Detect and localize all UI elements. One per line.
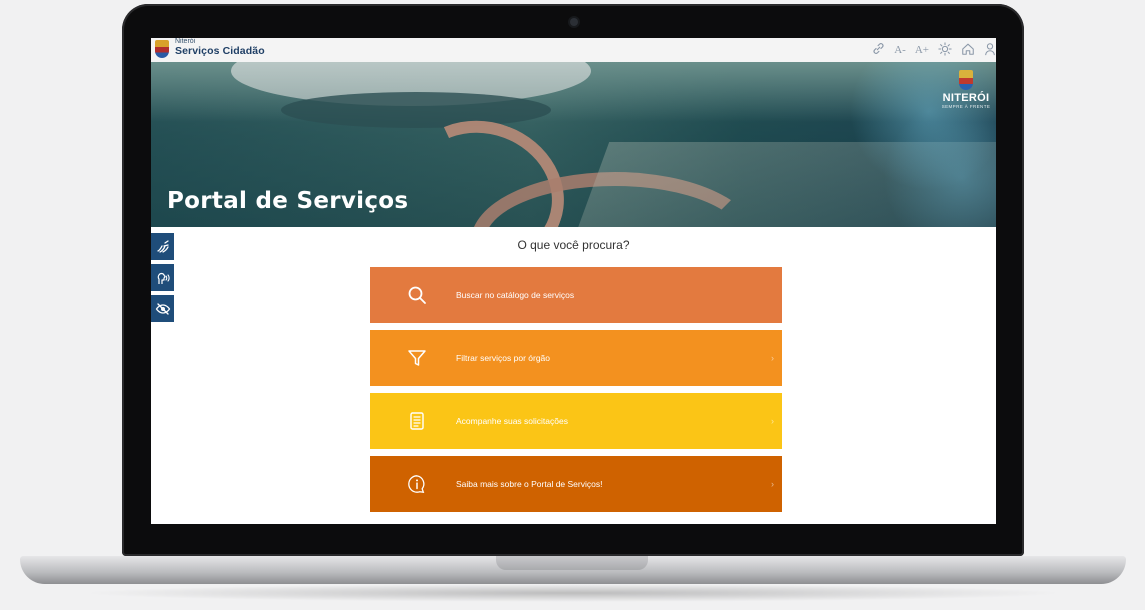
high-contrast-button[interactable] <box>151 295 174 322</box>
info-icon <box>407 474 427 494</box>
search-icon <box>407 285 427 305</box>
niteroi-logo[interactable]: NITERÓI SEMPRE À FRENTE <box>936 70 996 109</box>
contrast-sun-icon[interactable] <box>938 41 952 59</box>
logo-name: NITERÓI <box>942 92 990 104</box>
city-crest-icon <box>959 70 973 90</box>
menu-item-about-portal[interactable]: Saiba mais sobre o Portal de Serviços! › <box>370 456 782 512</box>
audio-reader-button[interactable] <box>151 264 174 291</box>
brand-small-text: Niterói <box>175 38 196 45</box>
screen: Niterói Serviços Cidadão A- A+ Portal de… <box>151 38 996 524</box>
laptop-base-notch <box>496 556 648 570</box>
font-increase-button[interactable]: A+ <box>915 44 929 56</box>
brand-title[interactable]: Serviços Cidadão <box>175 45 265 57</box>
home-icon[interactable] <box>961 42 975 59</box>
document-icon <box>407 411 427 431</box>
menu-item-search-catalog[interactable]: Buscar no catálogo de serviços <box>370 267 782 323</box>
logo-tagline: SEMPRE À FRENTE <box>941 104 991 109</box>
menu-item-label: Filtrar serviços por órgão <box>456 353 551 363</box>
chevron-right-icon: › <box>771 416 774 426</box>
page-title: Portal de Serviços <box>167 188 409 214</box>
menu-item-track-requests[interactable]: Acompanhe suas solicitações › <box>370 393 782 449</box>
hero-building-base <box>281 92 551 128</box>
menu-item-label: Saiba mais sobre o Portal de Serviços! <box>456 479 603 489</box>
city-crest-icon <box>155 40 169 58</box>
menu-item-filter-services[interactable]: Filtrar serviços por órgão › <box>370 330 782 386</box>
link-icon[interactable] <box>872 42 885 58</box>
service-menu: Buscar no catálogo de serviços Filtrar s… <box>370 267 782 519</box>
top-bar: Niterói Serviços Cidadão A- A+ <box>151 38 996 62</box>
hero-banner: Portal de Serviços NITERÓI SEMPRE À FREN… <box>151 62 996 227</box>
search-prompt: O que você procura? <box>517 238 630 252</box>
filter-icon <box>407 348 427 368</box>
user-icon[interactable] <box>984 42 996 59</box>
camera-icon <box>570 18 578 26</box>
font-decrease-button[interactable]: A- <box>894 44 906 56</box>
chevron-right-icon: › <box>771 479 774 489</box>
eye-slash-icon <box>155 302 170 315</box>
toolbar: A- A+ <box>872 38 996 62</box>
menu-item-label: Buscar no catálogo de serviços <box>456 290 575 300</box>
laptop-shadow <box>80 584 1066 602</box>
menu-item-label: Acompanhe suas solicitações <box>456 416 568 426</box>
speaking-head-icon <box>157 272 170 284</box>
chevron-right-icon: › <box>771 353 774 363</box>
